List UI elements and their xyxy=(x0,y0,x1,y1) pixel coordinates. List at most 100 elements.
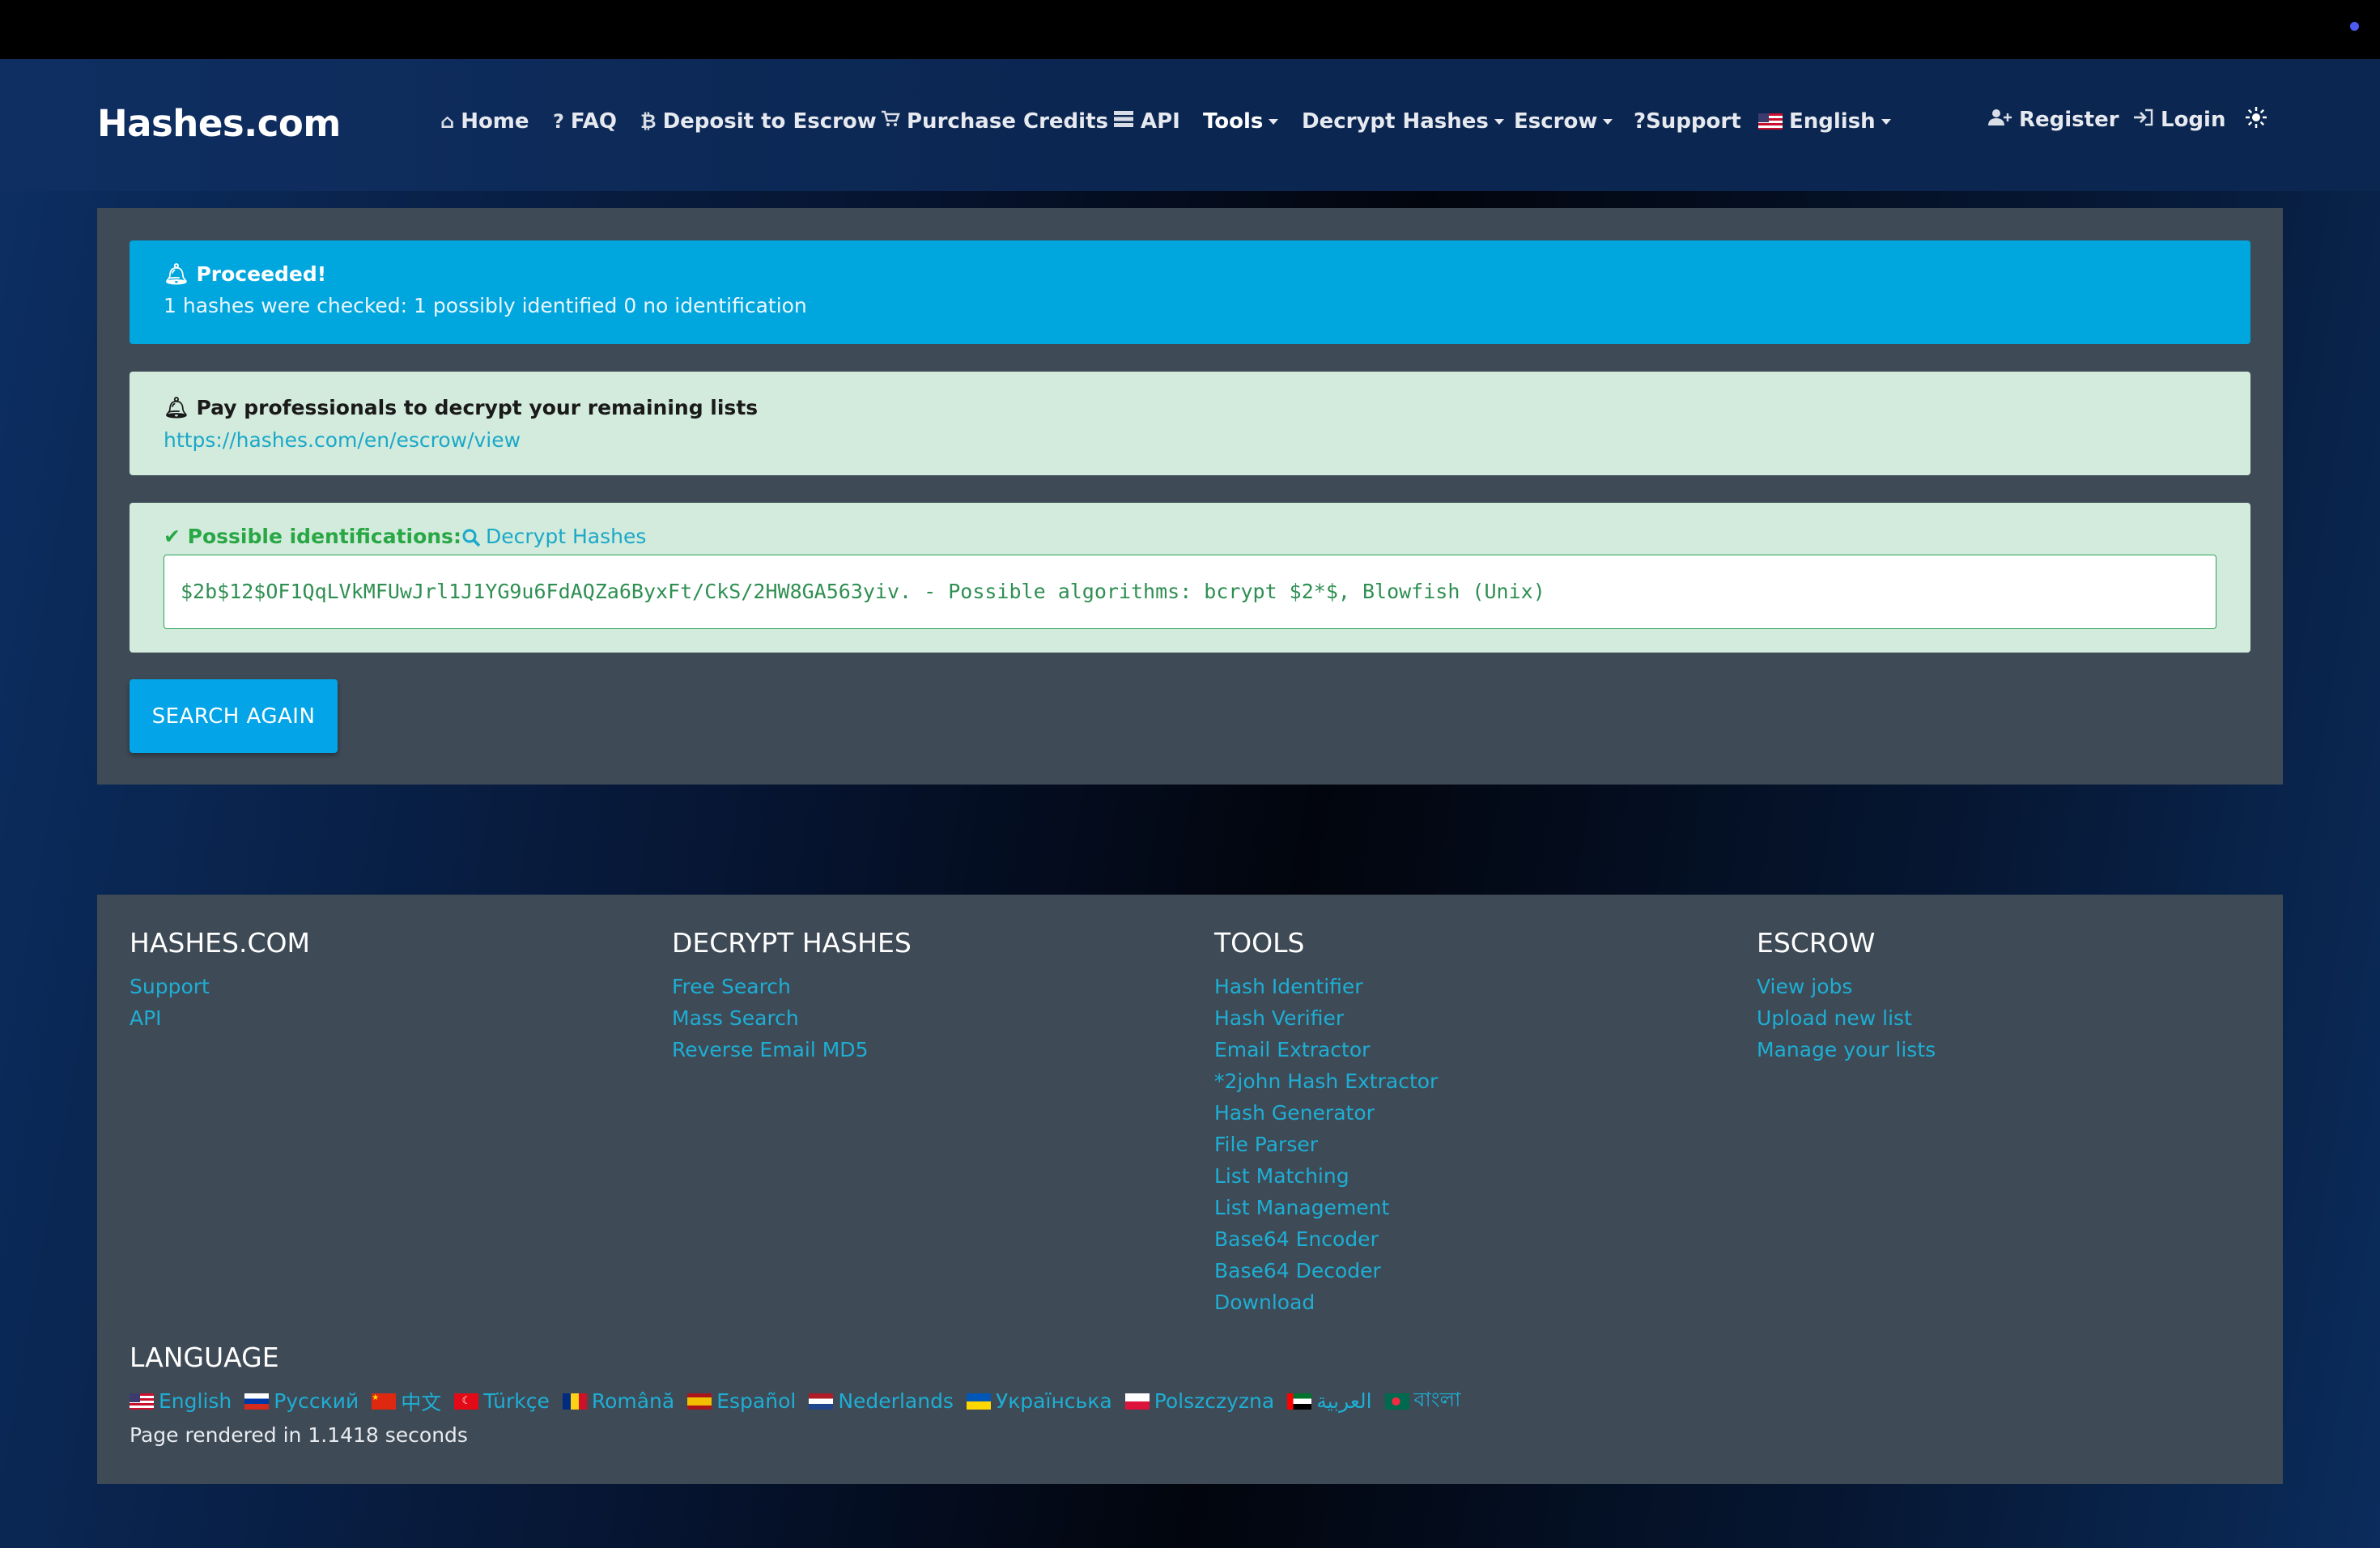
footer-link-support[interactable]: Support xyxy=(130,971,310,1002)
results-card: 🔔︎ Proceeded! 1 hashes were checked: 1 p… xyxy=(97,208,2283,785)
footer-link-email-extractor[interactable]: Email Extractor xyxy=(1214,1034,1438,1065)
footer-link-base64-decoder[interactable]: Base64 Decoder xyxy=(1214,1255,1438,1286)
footer-link-upload-list[interactable]: Upload new list xyxy=(1757,1002,1936,1034)
nav-escrow-dropdown[interactable]: Escrow xyxy=(1514,109,1613,134)
footer-column-escrow: ESCROW View jobs Upload new list Manage … xyxy=(1757,925,1936,1065)
sun-icon xyxy=(2245,106,2267,134)
bangladesh-flag-icon xyxy=(1384,1393,1409,1410)
nav-faq[interactable]: ? FAQ xyxy=(553,109,617,134)
system-top-bar xyxy=(0,0,2380,59)
language-polish[interactable]: Polszczyzna xyxy=(1124,1389,1274,1413)
romania-flag-icon xyxy=(562,1393,587,1410)
language-heading: LANGUAGE xyxy=(130,1342,279,1373)
login-link[interactable]: Login xyxy=(2133,108,2225,132)
nav-decrypt-hashes-dropdown[interactable]: Decrypt Hashes xyxy=(1302,109,1504,134)
check-icon: ✔ xyxy=(164,525,188,548)
alert-text: 1 hashes were checked: 1 possibly identi… xyxy=(164,294,807,317)
language-list: English Русский ★ 中文 ☾ Türkçe Română Esp… xyxy=(130,1384,1473,1418)
nav-language-dropdown[interactable]: English xyxy=(1758,109,1891,134)
footer-link-free-search[interactable]: Free Search xyxy=(672,971,912,1002)
footer-link-hash-verifier[interactable]: Hash Verifier xyxy=(1214,1002,1438,1034)
russia-flag-icon xyxy=(244,1393,270,1410)
escrow-promo-alert: 🔔︎ Pay professionals to decrypt your rem… xyxy=(130,372,2250,475)
server-icon xyxy=(1113,110,1134,133)
user-plus-icon xyxy=(1988,108,2012,131)
escrow-view-link[interactable]: https://hashes.com/en/escrow/view xyxy=(164,428,521,452)
footer-link-api[interactable]: API xyxy=(130,1002,310,1034)
language-turkish[interactable]: ☾ Türkçe xyxy=(454,1389,550,1413)
register-link[interactable]: Register xyxy=(1988,108,2119,132)
theme-toggle-button[interactable] xyxy=(2245,106,2274,134)
language-russian[interactable]: Русский xyxy=(244,1389,359,1413)
footer-link-2john-extractor[interactable]: *2john Hash Extractor xyxy=(1214,1065,1438,1097)
bell-icon: 🔔︎ xyxy=(164,262,189,286)
footer-link-file-parser[interactable]: File Parser xyxy=(1214,1129,1438,1160)
nav-support[interactable]: ?Support xyxy=(1634,109,1741,134)
us-flag-icon xyxy=(130,1393,154,1410)
identification-alert: ✔ Possible identifications: Decrypt Hash… xyxy=(130,503,2250,653)
footer-column-decrypt: DECRYPT HASHES Free Search Mass Search R… xyxy=(672,925,912,1065)
chevron-down-icon xyxy=(1269,118,1279,125)
ukraine-flag-icon xyxy=(966,1393,991,1410)
search-again-button[interactable]: SEARCH AGAIN xyxy=(130,679,338,753)
bell-icon: 🔔︎ xyxy=(164,396,189,419)
proceeded-alert: 🔔︎ Proceeded! 1 hashes were checked: 1 p… xyxy=(130,240,2250,344)
status-dot-icon xyxy=(2350,22,2359,31)
us-flag-icon xyxy=(1758,113,1783,130)
alert-title: Proceeded! xyxy=(196,262,327,286)
footer-link-hash-generator[interactable]: Hash Generator xyxy=(1214,1097,1438,1129)
spain-flag-icon xyxy=(687,1393,712,1410)
language-bengali[interactable]: বাংলা xyxy=(1384,1384,1460,1418)
poland-flag-icon xyxy=(1124,1393,1150,1410)
footer-heading: DECRYPT HASHES xyxy=(672,927,912,959)
footer-link-list-matching[interactable]: List Matching xyxy=(1214,1160,1438,1192)
question-icon: ? xyxy=(553,110,564,133)
language-section: LANGUAGE English Русский ★ 中文 ☾ Türkçe R… xyxy=(130,1340,1473,1447)
nav-purchase-credits[interactable]: Purchase Credits xyxy=(881,109,1108,134)
turkey-flag-icon: ☾ xyxy=(454,1393,479,1410)
footer-column-tools: TOOLS Hash Identifier Hash Verifier Emai… xyxy=(1214,925,1438,1318)
footer-link-manage-lists[interactable]: Manage your lists xyxy=(1757,1034,1936,1065)
footer-link-reverse-email[interactable]: Reverse Email MD5 xyxy=(672,1034,912,1065)
footer-heading: HASHES.COM xyxy=(130,927,310,959)
language-chinese[interactable]: ★ 中文 xyxy=(372,1387,441,1416)
language-romanian[interactable]: Română xyxy=(562,1389,674,1413)
bitcoin-icon: ₿ xyxy=(640,109,657,133)
hash-result-field[interactable]: $2b$12$OF1QqLVkMFUwJrl1J1YG9u6FdAQZa6Byx… xyxy=(164,555,2216,629)
brand-logo[interactable]: Hashes.com xyxy=(97,102,341,145)
footer: HASHES.COM Support API DECRYPT HASHES Fr… xyxy=(97,895,2283,1484)
home-icon: ⌂ xyxy=(440,110,455,133)
footer-link-mass-search[interactable]: Mass Search xyxy=(672,1002,912,1034)
footer-link-base64-encoder[interactable]: Base64 Encoder xyxy=(1214,1223,1438,1255)
footer-heading: ESCROW xyxy=(1757,927,1876,959)
netherlands-flag-icon xyxy=(809,1393,834,1410)
nav-home[interactable]: ⌂ Home xyxy=(440,109,529,134)
navbar: Hashes.com ⌂ Home ? FAQ ₿ Deposit to Esc… xyxy=(0,59,2380,191)
language-spanish[interactable]: Español xyxy=(687,1389,796,1413)
chevron-down-icon xyxy=(1603,118,1613,125)
search-icon xyxy=(461,525,481,548)
promo-title: Pay professionals to decrypt your remain… xyxy=(196,396,759,419)
decrypt-hashes-link[interactable]: Decrypt Hashes xyxy=(486,525,646,548)
footer-heading: TOOLS xyxy=(1214,927,1305,959)
uae-flag-icon xyxy=(1287,1393,1312,1410)
language-ukrainian[interactable]: Українська xyxy=(966,1389,1112,1413)
chevron-down-icon xyxy=(1881,118,1891,125)
sign-in-icon xyxy=(2133,108,2154,131)
footer-link-download[interactable]: Download xyxy=(1214,1286,1438,1318)
cart-icon xyxy=(881,110,900,133)
language-dutch[interactable]: Nederlands xyxy=(809,1389,954,1413)
footer-link-view-jobs[interactable]: View jobs xyxy=(1757,971,1936,1002)
chevron-down-icon xyxy=(1494,118,1504,125)
china-flag-icon: ★ xyxy=(372,1393,397,1410)
nav-api[interactable]: API xyxy=(1113,109,1180,134)
footer-link-list-management[interactable]: List Management xyxy=(1214,1192,1438,1223)
language-arabic[interactable]: العربية xyxy=(1287,1389,1372,1413)
footer-column-hashes: HASHES.COM Support API xyxy=(130,925,310,1034)
nav-tools-dropdown[interactable]: Tools xyxy=(1203,109,1279,134)
nav-deposit-escrow[interactable]: ₿ Deposit to Escrow xyxy=(640,109,877,134)
footer-link-hash-identifier[interactable]: Hash Identifier xyxy=(1214,971,1438,1002)
identification-title: Possible identifications: xyxy=(187,525,461,548)
language-english[interactable]: English xyxy=(130,1389,232,1413)
render-time-text: Page rendered in 1.1418 seconds xyxy=(130,1423,468,1447)
